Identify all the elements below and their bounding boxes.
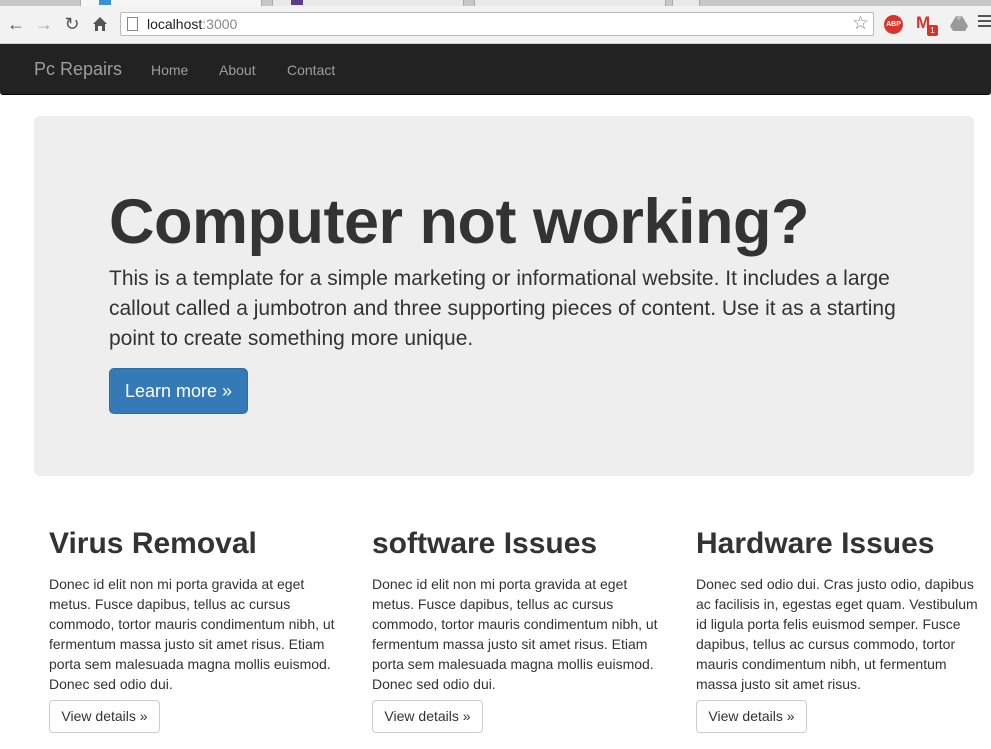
view-details-button[interactable]: View details » bbox=[49, 700, 160, 733]
jumbotron-text: This is a template for a simple marketin… bbox=[109, 267, 896, 350]
home-icon[interactable] bbox=[90, 14, 110, 34]
back-icon[interactable]: ← bbox=[6, 14, 26, 34]
view-details-button[interactable]: View details » bbox=[696, 700, 807, 733]
nav-link-about[interactable]: About bbox=[219, 62, 256, 78]
tab-favicon bbox=[99, 0, 111, 5]
url-host: localhost bbox=[147, 16, 203, 32]
tab-favicon bbox=[291, 0, 303, 5]
feature-column-hardware: Hardware Issues Donec sed odio dui. Cras… bbox=[696, 526, 984, 733]
page-icon bbox=[127, 17, 138, 31]
drive-icon[interactable] bbox=[950, 15, 968, 31]
column-body: Donec id elit non mi porta gravida at eg… bbox=[372, 576, 658, 692]
jumbotron-title: Computer not working? bbox=[109, 187, 809, 257]
nav-link-contact[interactable]: Contact bbox=[287, 62, 335, 78]
column-body: Donec id elit non mi porta gravida at eg… bbox=[49, 576, 335, 692]
column-heading: Hardware Issues bbox=[696, 527, 935, 560]
star-icon[interactable]: ☆ bbox=[852, 13, 869, 35]
feature-column-software: software Issues Donec id elit non mi por… bbox=[372, 526, 672, 733]
column-heading: software Issues bbox=[372, 527, 598, 560]
nav-link-home[interactable]: Home bbox=[151, 62, 188, 78]
forward-icon[interactable]: → bbox=[34, 14, 54, 34]
site-navbar: Pc Repairs Home About Contact bbox=[0, 44, 991, 95]
menu-icon[interactable] bbox=[978, 15, 991, 33]
view-details-button[interactable]: View details » bbox=[372, 700, 483, 733]
feature-column-virus: Virus Removal Donec id elit non mi porta… bbox=[49, 526, 349, 733]
column-body: Donec sed odio dui. Cras justo odio, dap… bbox=[696, 576, 978, 692]
gmail-icon[interactable]: M 1 bbox=[916, 14, 938, 36]
gmail-badge: 1 bbox=[927, 25, 938, 36]
navbar-brand[interactable]: Pc Repairs bbox=[34, 59, 122, 80]
address-bar[interactable]: localhost:3000 ☆ bbox=[120, 12, 874, 36]
jumbotron: Computer not working? This is a template… bbox=[34, 116, 974, 476]
learn-more-button[interactable]: Learn more » bbox=[109, 368, 248, 414]
url-port: :3000 bbox=[202, 16, 238, 32]
browser-toolbar: ← → ↻ localhost:3000 ☆ ABP M 1 bbox=[0, 6, 991, 44]
url-text: localhost:3000 bbox=[147, 16, 237, 32]
column-heading: Virus Removal bbox=[49, 527, 257, 560]
adblock-icon[interactable]: ABP bbox=[884, 15, 903, 34]
reload-icon[interactable]: ↻ bbox=[62, 14, 82, 34]
